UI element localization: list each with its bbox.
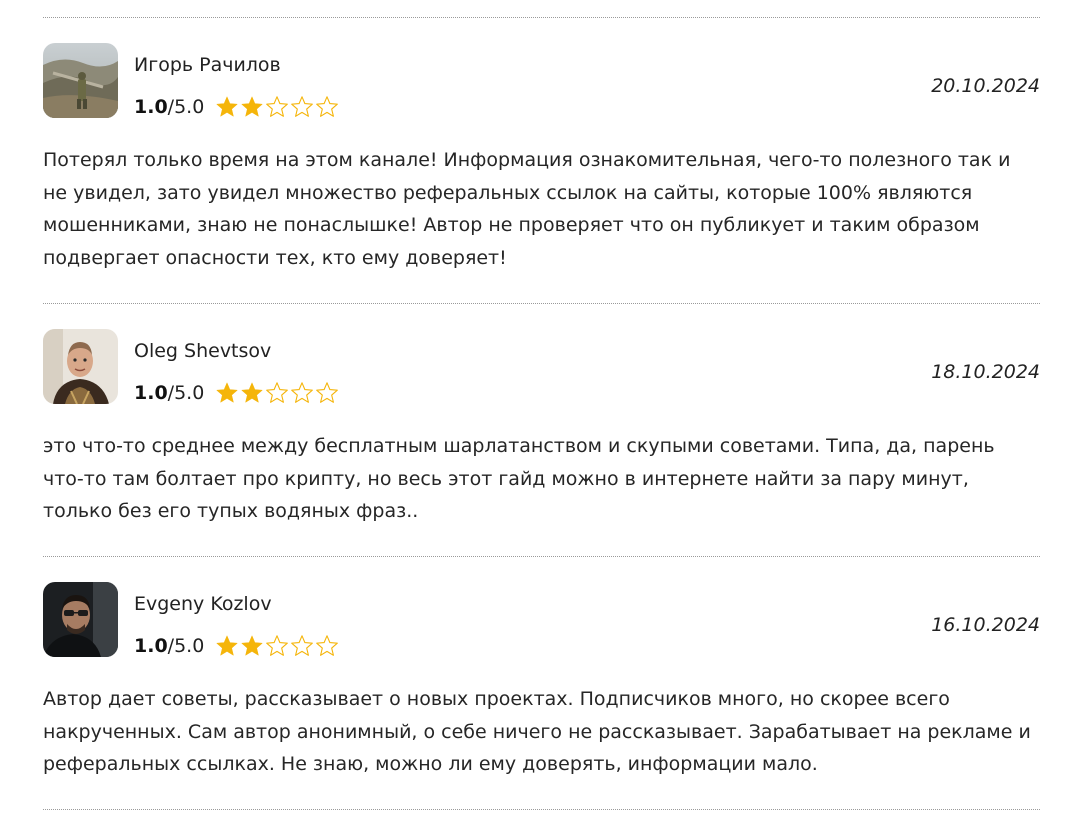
reviewer-name: Игорь Рачилов xyxy=(134,54,281,76)
avatar xyxy=(43,582,118,657)
rating-score: 1.0 xyxy=(134,635,168,657)
review-item: Игорь Рачилов 1.0/5.0 20.10.2024 Потерял… xyxy=(43,18,1040,303)
star-filled-icon xyxy=(240,95,264,119)
star-empty-icon xyxy=(290,381,314,405)
review-date: 20.10.2024 xyxy=(931,75,1040,97)
star-filled-icon xyxy=(215,381,239,405)
review-text: это что-то среднее между бесплатным шарл… xyxy=(43,435,995,522)
star-rating xyxy=(215,634,339,658)
star-empty-icon xyxy=(290,634,314,658)
rating-score: 1.0 xyxy=(134,96,168,118)
reviewer-name: Evgeny Kozlov xyxy=(134,593,272,615)
star-empty-icon xyxy=(315,634,339,658)
star-empty-icon xyxy=(315,381,339,405)
star-rating xyxy=(215,95,339,119)
avatar xyxy=(43,43,118,118)
review-text: Автор дает советы, рассказывает о новых … xyxy=(43,688,1031,775)
rating-scale: /5.0 xyxy=(167,96,205,118)
reviewer-name: Oleg Shevtsov xyxy=(134,340,272,362)
review-text: Потерял только время на этом канале! Инф… xyxy=(43,149,1011,269)
rating-scale: /5.0 xyxy=(167,635,205,657)
star-rating xyxy=(215,381,339,405)
rating: 1.0/5.0 xyxy=(134,380,339,406)
star-empty-icon xyxy=(265,95,289,119)
review-item: Oleg Shevtsov 1.0/5.0 18.10.2024 это что… xyxy=(43,304,1040,556)
review-date: 18.10.2024 xyxy=(931,361,1040,383)
rating: 1.0/5.0 xyxy=(134,633,339,659)
reviews-list: Игорь Рачилов 1.0/5.0 20.10.2024 Потерял… xyxy=(43,17,1040,810)
star-empty-icon xyxy=(265,634,289,658)
star-filled-icon xyxy=(240,381,264,405)
star-empty-icon xyxy=(265,381,289,405)
star-filled-icon xyxy=(215,95,239,119)
star-filled-icon xyxy=(240,634,264,658)
rating-scale: /5.0 xyxy=(167,382,205,404)
review-item: Evgeny Kozlov 1.0/5.0 16.10.2024 Автор д… xyxy=(43,557,1040,809)
star-filled-icon xyxy=(215,634,239,658)
review-date: 16.10.2024 xyxy=(931,614,1040,636)
rating-score: 1.0 xyxy=(134,382,168,404)
divider xyxy=(43,809,1040,810)
rating: 1.0/5.0 xyxy=(134,94,339,120)
star-empty-icon xyxy=(290,95,314,119)
avatar xyxy=(43,329,118,404)
star-empty-icon xyxy=(315,95,339,119)
